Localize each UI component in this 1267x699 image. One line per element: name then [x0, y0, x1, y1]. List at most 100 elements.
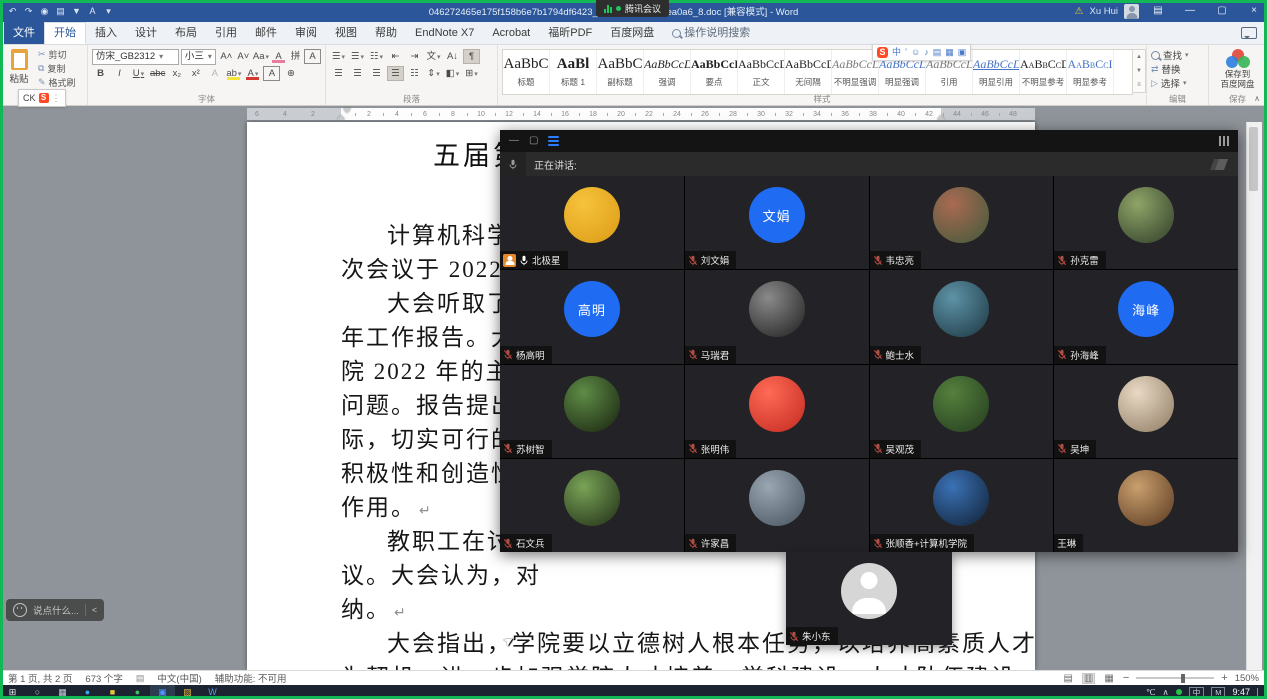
style-标题 1[interactable]: AaBl 标题 1	[550, 50, 597, 94]
char-shading-icon[interactable]: A	[263, 66, 280, 81]
character-border-icon[interactable]: A	[304, 49, 321, 64]
scrollbar-thumb[interactable]	[1249, 127, 1258, 191]
tab-邮件[interactable]: 邮件	[246, 22, 286, 44]
tab-百度网盘[interactable]: 百度网盘	[601, 22, 663, 44]
ime-status-box[interactable]: CK S ⋮	[18, 89, 66, 107]
show-marks-icon[interactable]: ¶	[463, 49, 480, 64]
view-switch-icon[interactable]	[1219, 136, 1229, 146]
right-indent-marker[interactable]	[937, 115, 945, 120]
first-line-indent-marker[interactable]	[343, 108, 351, 113]
sogou-logo-icon[interactable]: S	[877, 47, 888, 58]
clock[interactable]: 9:47	[1232, 687, 1250, 697]
line-spacing-icon[interactable]: ⇕▾	[425, 66, 442, 81]
text-effects-icon[interactable]: A	[206, 66, 223, 81]
input-indicator[interactable]: M	[1211, 686, 1226, 698]
style-明显引用[interactable]: AaBbCcDc 明显引用	[973, 50, 1020, 94]
redo-icon[interactable]: ↷	[21, 3, 36, 19]
tab-引用[interactable]: 引用	[206, 22, 246, 44]
paste-button[interactable]: 粘贴	[4, 48, 34, 93]
grow-font-icon[interactable]: A˄	[218, 49, 235, 64]
zoom-out-icon[interactable]: −	[1123, 673, 1129, 684]
style-正文[interactable]: AaBbCcDc 正文	[738, 50, 785, 94]
shading-icon[interactable]: ◧▾	[444, 66, 461, 81]
bold-icon[interactable]: B	[92, 66, 109, 81]
font-size-select[interactable]: 小三 ▾	[180, 48, 216, 65]
style-gallery-scrollbar[interactable]: ▲ ▼ ≡	[1133, 49, 1146, 93]
distribute-icon[interactable]: ☷	[406, 66, 423, 81]
show-desktop-button[interactable]	[1257, 687, 1263, 697]
layout-gallery-icon[interactable]	[548, 136, 560, 146]
font-family-select[interactable]: 仿宋_GB2312 ▾	[92, 48, 179, 65]
collapse-icon[interactable]: <	[92, 605, 97, 615]
zoom-in-icon[interactable]: +	[1221, 673, 1227, 684]
tab-设计[interactable]: 设计	[126, 22, 166, 44]
gallery-down-icon[interactable]: ▼	[1133, 64, 1145, 78]
style-强调[interactable]: AaBbCcDc 强调	[644, 50, 691, 94]
minimize-button[interactable]: —	[1177, 0, 1203, 22]
tab-布局[interactable]: 布局	[166, 22, 206, 44]
meeting-minimize-icon[interactable]: —	[509, 130, 519, 152]
format-painter-button[interactable]: ✎ 格式刷	[38, 76, 76, 89]
clear-formatting-icon[interactable]: A	[270, 49, 287, 64]
decrease-indent-icon[interactable]: ⇤	[387, 49, 404, 64]
gallery-more-icon[interactable]: ≡	[1133, 78, 1145, 92]
account-name[interactable]: Xu Hui	[1089, 6, 1118, 17]
qat-more-icon[interactable]: ▾	[101, 3, 116, 19]
comments-icon[interactable]	[1241, 27, 1257, 39]
collapse-ribbon-icon[interactable]: ∧	[1254, 94, 1260, 103]
ime-punct-icon[interactable]: ’	[905, 46, 907, 59]
emoji-picker-icon[interactable]: ☺	[911, 46, 920, 59]
read-mode-icon[interactable]: ▤	[1061, 673, 1074, 684]
maximize-button[interactable]: ▢	[1209, 0, 1235, 22]
zoom-slider[interactable]	[1136, 673, 1215, 683]
style-要点[interactable]: AaBbCcD 要点	[691, 50, 738, 94]
spell-check-icon[interactable]: A	[85, 3, 100, 19]
tab-EndNote X7[interactable]: EndNote X7	[406, 22, 483, 44]
find-button[interactable]: 查找 ▾	[1151, 48, 1204, 62]
tab-Acrobat[interactable]: Acrobat	[483, 22, 539, 44]
style-标题[interactable]: AaBbC 标题	[503, 50, 550, 94]
tab-操作说明搜索[interactable]: 操作说明搜索	[663, 22, 759, 44]
word-icon[interactable]: W	[200, 685, 225, 699]
font-color-icon[interactable]: A ▾	[244, 66, 261, 81]
multilevel-list-icon[interactable]: ☷▾	[368, 49, 385, 64]
justify-icon[interactable]: ☰	[387, 66, 404, 81]
avatar[interactable]	[1124, 3, 1139, 19]
cut-button[interactable]: ✂ 剪切	[38, 48, 76, 61]
print-preview-icon[interactable]: ▤	[53, 3, 68, 19]
underline-icon[interactable]: U▾	[130, 66, 147, 81]
search-icon[interactable]: ○	[25, 685, 50, 699]
language-indicator[interactable]: 中文(中国)	[157, 671, 201, 685]
bullets-icon[interactable]: ☰▾	[330, 49, 347, 64]
tab-审阅[interactable]: 审阅	[286, 22, 326, 44]
tab-帮助[interactable]: 帮助	[366, 22, 406, 44]
phonetic-guide-icon[interactable]: 拼	[287, 49, 304, 64]
toolbox-icon[interactable]: ▦	[945, 46, 954, 59]
replace-button[interactable]: ⇄ 替换	[1151, 62, 1204, 77]
superscript-icon[interactable]: x²	[187, 66, 204, 81]
ime-mode-icon[interactable]: 中	[892, 46, 901, 59]
meeting-tray-icon[interactable]	[1175, 689, 1182, 695]
proofing-icon[interactable]: ▤	[136, 673, 145, 684]
align-left-icon[interactable]: ☰	[330, 66, 347, 81]
quick-chat-pill[interactable]: 说点什么... <	[6, 599, 105, 621]
soft-keyboard-icon[interactable]: ▤	[933, 46, 942, 59]
style-无间隔[interactable]: AaBbCcDc 无间隔	[785, 50, 832, 94]
meeting-maximize-icon[interactable]: ▢	[529, 130, 538, 152]
asian-layout-icon[interactable]: 文▾	[425, 49, 442, 64]
undo-icon[interactable]: ↶	[5, 3, 20, 19]
strikethrough-icon[interactable]: abc	[149, 66, 166, 81]
left-indent-marker[interactable]	[337, 115, 345, 120]
tab-开始[interactable]: 开始	[44, 22, 86, 44]
save-to-baidu-netdisk-button[interactable]: 保存到 百度网盘	[1213, 49, 1262, 90]
align-center-icon[interactable]: ☰	[349, 66, 366, 81]
sort-icon[interactable]: A↓	[444, 49, 461, 64]
zoom-slider-thumb[interactable]	[1181, 673, 1186, 683]
shrink-font-icon[interactable]: A˅	[235, 49, 252, 64]
enclose-char-icon[interactable]: ⊕	[282, 66, 299, 81]
highlight-icon[interactable]: ab ▾	[225, 66, 242, 81]
style-副标题[interactable]: AaBbC 副标题	[597, 50, 644, 94]
vertical-scrollbar[interactable]	[1246, 122, 1262, 670]
skin-icon[interactable]: ▣	[958, 46, 967, 59]
screen-share-indicator[interactable]: 腾讯会议	[596, 0, 670, 17]
